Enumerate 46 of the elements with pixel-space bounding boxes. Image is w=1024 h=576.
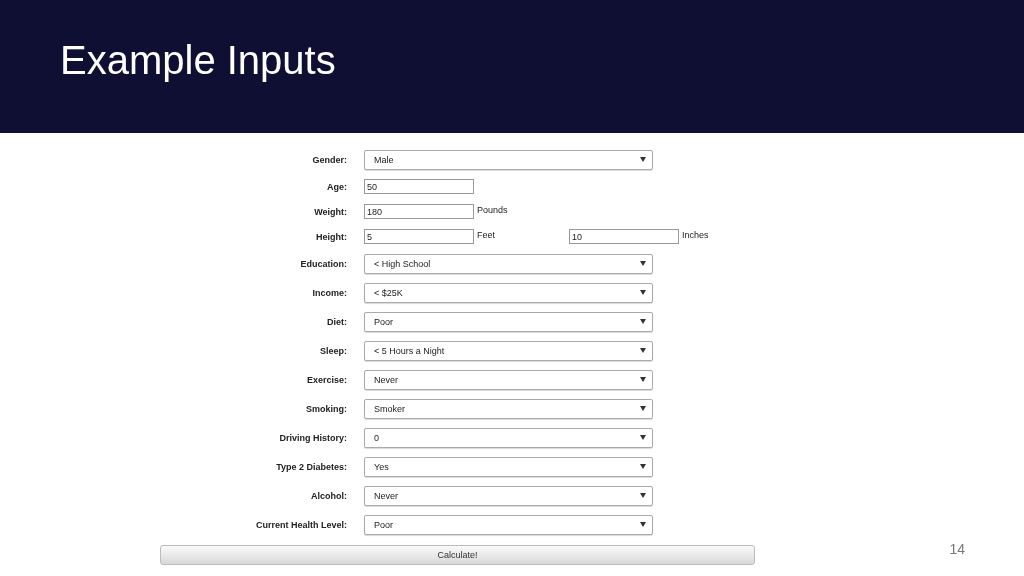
field-label: Sleep:	[319, 345, 347, 356]
dropdown[interactable]: < 5 Hours a Night	[364, 340, 653, 361]
caret-icon	[640, 261, 646, 266]
calculate-button[interactable]: Calculate!	[160, 545, 755, 565]
caret-icon	[640, 348, 646, 353]
field-label: Current Health Level:	[254, 519, 347, 530]
unit-label: Inches	[682, 229, 709, 240]
field-label: Height:	[315, 231, 347, 242]
caret-icon	[640, 464, 646, 469]
field-label: Education:	[299, 258, 347, 269]
field-label: Exercise:	[305, 374, 347, 385]
dropdown[interactable]: Male	[364, 149, 653, 170]
caret-icon	[640, 406, 646, 411]
input-field[interactable]: 180	[364, 204, 474, 219]
field-label: Weight:	[313, 206, 347, 217]
dropdown[interactable]: Never	[364, 485, 653, 506]
dropdown[interactable]: Poor	[364, 514, 653, 535]
caret-icon	[640, 157, 646, 162]
dropdown[interactable]: < $25K	[364, 282, 653, 303]
caret-icon	[640, 435, 646, 440]
unit-label: Pounds	[477, 204, 508, 215]
field-label: Type 2 Diabetes:	[275, 461, 347, 472]
input-field[interactable]: 10	[569, 229, 679, 244]
field-label: Gender:	[311, 154, 347, 165]
dropdown[interactable]: Yes	[364, 456, 653, 477]
input-field[interactable]: 5	[364, 229, 474, 244]
field-label: Diet:	[326, 316, 347, 327]
field-label: Income:	[311, 287, 347, 298]
input-field[interactable]: 50	[364, 179, 474, 194]
caret-icon	[640, 377, 646, 382]
dropdown[interactable]: < High School	[364, 253, 653, 274]
dropdown[interactable]: Poor	[364, 311, 653, 332]
field-label: Smoking:	[305, 403, 347, 414]
field-label: Driving History:	[278, 432, 347, 443]
caret-icon	[640, 319, 646, 324]
field-label: Age:	[326, 181, 347, 192]
dropdown[interactable]: Smoker	[364, 398, 653, 419]
caret-icon	[640, 290, 646, 295]
caret-icon	[640, 493, 646, 498]
caret-icon	[640, 522, 646, 527]
slide-title: Example Inputs	[60, 38, 336, 83]
page-number: 14	[949, 541, 965, 557]
field-label: Alcohol:	[310, 490, 347, 501]
dropdown[interactable]: 0	[364, 427, 653, 448]
unit-label: Feet	[477, 229, 495, 240]
dropdown[interactable]: Never	[364, 369, 653, 390]
